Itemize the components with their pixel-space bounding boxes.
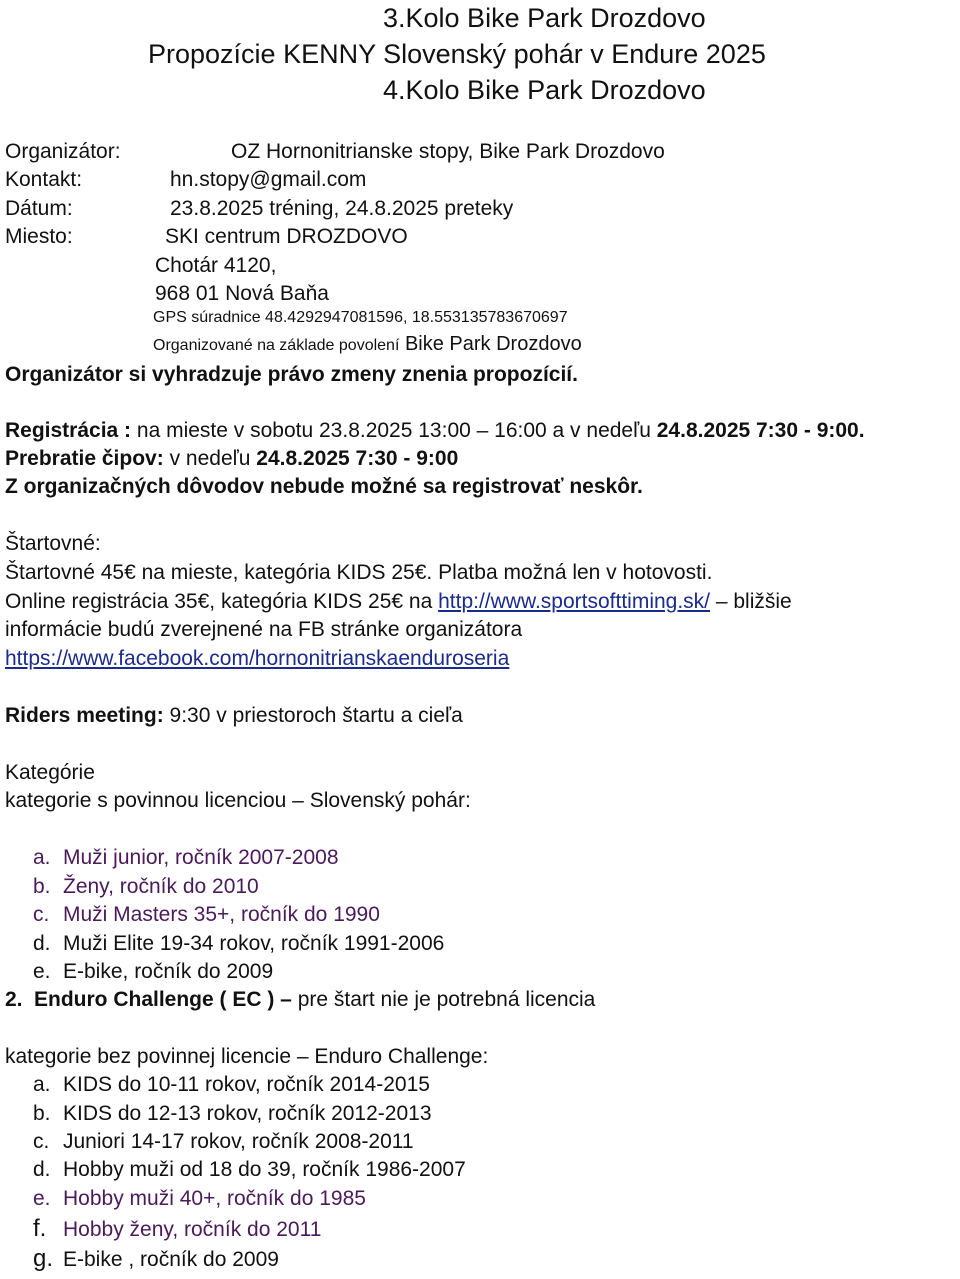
enduro-challenge-label: Enduro Challenge ( EC ) –	[34, 988, 292, 1011]
fee-line-3: informácie budú zverejnené na FB stránke…	[5, 618, 523, 641]
place-line-1: SKI centrum DROZDOVO	[165, 225, 408, 248]
permit-suffix: Bike Park Drozdovo	[399, 333, 582, 355]
permit-prefix: Organizované na základe povolení	[153, 337, 400, 354]
list-item-text: E-bike , ročník do 2009	[63, 1248, 279, 1271]
organizer-label: Organizátor:	[5, 140, 121, 163]
chips-label: Prebratie čipov:	[5, 447, 164, 470]
list-item: a. Muži junior, ročník 2007-2008	[33, 847, 339, 868]
list-marker: a.	[33, 846, 51, 869]
late-registration-note: Z organizačných dôvodov nebude možné sa …	[5, 475, 643, 498]
list-marker: d.	[33, 932, 51, 955]
date-label: Dátum:	[5, 197, 73, 220]
place-line-3: 968 01 Nová Baňa	[155, 282, 329, 305]
list-marker: 2.	[5, 988, 23, 1011]
list-marker: c.	[33, 1130, 50, 1153]
title-line-1: 3.Kolo Bike Park Drozdovo	[383, 3, 706, 33]
list-item-text: Hobby ženy, ročník do 2011	[63, 1218, 322, 1241]
unlicensed-intro: kategorie bez povinnej licencie – Enduro…	[5, 1045, 489, 1068]
list-item-text: Hobby muži 40+, ročník do 1985	[63, 1187, 366, 1210]
enduro-challenge-text: pre štart nie je potrebná licencia	[291, 988, 596, 1011]
registration-text: na mieste v sobotu 23.8.2025 13:00 – 16:…	[131, 419, 657, 442]
list-marker: g.	[33, 1245, 54, 1272]
list-item: c. Muži Masters 35+, ročník do 1990	[33, 904, 380, 925]
contact-email: hn.stopy@gmail.com	[170, 168, 367, 191]
list-item: e. Hobby muži 40+, ročník do 1985	[33, 1188, 366, 1209]
list-item: a. KIDS do 10-11 rokov, ročník 2014-2015	[33, 1074, 430, 1095]
licensed-intro: kategorie s povinnou licenciou – Slovens…	[5, 789, 471, 812]
meeting-label: Riders meeting:	[5, 704, 164, 727]
list-item: b. KIDS do 12-13 rokov, ročník 2012-2013	[33, 1103, 432, 1124]
fee-line-1: Štartovné 45€ na mieste, kategória KIDS …	[5, 561, 713, 584]
organizer-value: OZ Hornonitrianske stopy, Bike Park Droz…	[231, 140, 665, 163]
sportsoft-link[interactable]: http://www.sportsofttiming.sk/	[438, 590, 710, 613]
list-marker: b.	[33, 1102, 51, 1125]
facebook-link-line: https://www.facebook.com/hornonitrianska…	[5, 648, 509, 669]
reserve-note: Organizátor si vyhradzuje právo zmeny zn…	[5, 363, 578, 386]
chips-text: v nedeľu	[163, 447, 257, 470]
list-item: c. Juniori 14-17 rokov, ročník 2008-2011	[33, 1131, 414, 1152]
list-item-text: Muži Elite 19-34 rokov, ročník 1991-2006	[63, 932, 445, 955]
contact-label: Kontakt:	[5, 168, 83, 191]
document-page: { "titles": { "line1": "3.Kolo Bike Park…	[0, 0, 960, 1279]
list-marker: d.	[33, 1158, 51, 1181]
fee-online-text: Online registrácia 35€, kategória KIDS 2…	[5, 590, 439, 613]
title-line-2: Propozície KENNY Slovenský pohár v Endur…	[148, 39, 766, 69]
list-item: d. Muži Elite 19-34 rokov, ročník 1991-20…	[33, 933, 444, 954]
categories-heading: Kategórie	[5, 761, 95, 784]
permit-line: Organizované na základe povolení Bike Pa…	[153, 334, 582, 354]
place-line-2: Chotár 4120,	[155, 254, 277, 277]
place-label: Miesto:	[5, 225, 73, 248]
registration-date: 24.8.2025 7:30 - 9:00.	[656, 419, 865, 442]
chips-line: Prebratie čipov: v nedeľu 24.8.2025 7:30…	[5, 448, 458, 469]
list-marker: a.	[33, 1073, 51, 1096]
list-item: g. E-bike , ročník do 2009	[33, 1247, 279, 1271]
list-marker: e.	[33, 960, 51, 983]
list-item: b. Ženy, ročník do 2010	[33, 876, 259, 897]
list-item: d. Hobby muži od 18 do 39, ročník 1986-20…	[33, 1159, 466, 1180]
date-value: 23.8.2025 tréning, 24.8.2025 preteky	[170, 197, 514, 220]
list-item-text: Ženy, ročník do 2010	[63, 875, 259, 898]
list-marker: b.	[33, 875, 51, 898]
list-item: e. E-bike, ročník do 2009	[33, 961, 273, 982]
fee-more-text: – bližšie	[710, 590, 792, 613]
gps-coordinates: GPS súradnice 48.4292947081596, 18.55313…	[153, 309, 568, 326]
enduro-challenge-line: 2. Enduro Challenge ( EC ) – pre štart ni…	[5, 989, 595, 1010]
fee-line-2: Online registrácia 35€, kategória KIDS 2…	[5, 591, 792, 612]
list-item-text: KIDS do 10-11 rokov, ročník 2014-2015	[63, 1073, 430, 1096]
list-item-text: Muži Masters 35+, ročník do 1990	[63, 903, 380, 926]
chips-date: 24.8.2025 7:30 - 9:00	[256, 447, 459, 470]
list-item-text: E-bike, ročník do 2009	[63, 960, 274, 983]
meeting-line: Riders meeting: 9:30 v priestoroch štart…	[5, 705, 463, 726]
list-item: f. Hobby ženy, ročník do 2011	[33, 1217, 321, 1241]
registration-label: Registrácia :	[5, 419, 132, 442]
fee-heading: Štartovné:	[5, 532, 101, 555]
list-item-text: Hobby muži od 18 do 39, ročník 1986-2007	[63, 1158, 466, 1181]
meeting-text: 9:30 v priestoroch štartu a cieľa	[163, 704, 463, 727]
list-marker: f.	[33, 1215, 47, 1242]
list-item-text: Muži junior, ročník 2007-2008	[63, 846, 339, 869]
list-marker: c.	[33, 903, 50, 926]
registration-line: Registrácia : na mieste v sobotu 23.8.20…	[5, 420, 865, 441]
facebook-link[interactable]: https://www.facebook.com/hornonitrianska…	[5, 647, 509, 670]
list-item-text: Juniori 14-17 rokov, ročník 2008-2011	[63, 1130, 414, 1153]
list-marker: e.	[33, 1187, 51, 1210]
list-item-text: KIDS do 12-13 rokov, ročník 2012-2013	[63, 1102, 432, 1125]
title-line-3: 4.Kolo Bike Park Drozdovo	[383, 75, 706, 105]
